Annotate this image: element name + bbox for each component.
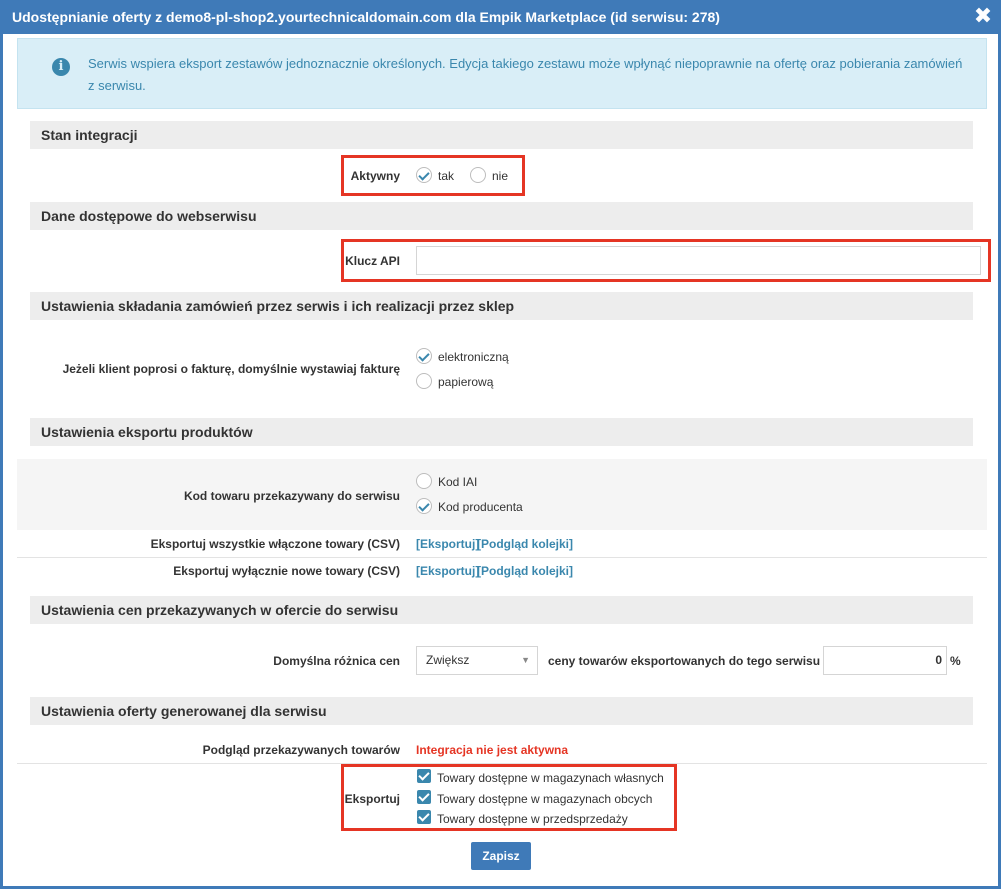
- preview-label: Podgląd przekazywanych towarów: [202, 743, 400, 757]
- section-integration-title: Stan integracji: [30, 121, 973, 149]
- info-alert-text: Serwis wspiera eksport zestawów jednozna…: [88, 56, 963, 93]
- price-diff-label: Domyślna różnica cen: [273, 654, 400, 668]
- invoice-electronic-radio[interactable]: [416, 348, 432, 364]
- export-new-label: Eksportuj wyłącznie nowe towary (CSV): [173, 564, 400, 578]
- export-all-link[interactable]: [Eksportuj]: [416, 537, 479, 551]
- price-diff-select[interactable]: Zwiększ ▼: [416, 646, 538, 675]
- export-new-link[interactable]: [Eksportuj]: [416, 564, 479, 578]
- export-all-queue-link[interactable]: [Podgląd kolejki]: [477, 537, 573, 551]
- section-export-title: Ustawienia eksportu produktów: [30, 418, 973, 446]
- percent-sign: %: [950, 654, 961, 668]
- info-alert: Serwis wspiera eksport zestawów jednozna…: [17, 38, 987, 109]
- price-diff-select-value: Zwiększ: [426, 653, 470, 667]
- dialog-title-text: Udostępnianie oferty z demo8-pl-shop2.yo…: [12, 9, 720, 25]
- dialog-title: Udostępnianie oferty z demo8-pl-shop2.yo…: [0, 0, 1001, 34]
- export-all-label: Eksportuj wszystkie włączone towary (CSV…: [150, 537, 400, 551]
- section-access-title: Dane dostępowe do webserwisu: [30, 202, 973, 230]
- export-new-queue-link[interactable]: [Podgląd kolejki]: [477, 564, 573, 578]
- price-percent-value: 0: [935, 653, 942, 667]
- invoice-electronic-label[interactable]: elektroniczną: [438, 350, 509, 364]
- code-producer-radio[interactable]: [416, 498, 432, 514]
- info-icon: i: [52, 58, 70, 76]
- price-diff-text: ceny towarów eksportowanych do tego serw…: [548, 654, 831, 668]
- code-label: Kod towaru przekazywany do serwisu: [183, 489, 400, 503]
- section-offer-title: Ustawienia oferty generowanej dla serwis…: [30, 697, 973, 725]
- code-producer-label[interactable]: Kod producenta: [438, 500, 523, 514]
- code-iai-label[interactable]: Kod IAI: [438, 475, 477, 489]
- section-prices-title: Ustawienia cen przekazywanych w ofercie …: [30, 596, 973, 624]
- save-button[interactable]: Zapisz: [471, 842, 531, 870]
- preview-status: Integracja nie jest aktywna: [416, 743, 569, 757]
- code-iai-radio[interactable]: [416, 473, 432, 489]
- highlight-api-key: [341, 239, 991, 282]
- section-orders-title: Ustawienia składania zamówień przez serw…: [30, 292, 973, 320]
- invoice-paper-radio[interactable]: [416, 373, 432, 389]
- invoice-paper-label[interactable]: papierową: [438, 375, 493, 389]
- invoice-label: Jeżeli klient poprosi o fakturę, domyśln…: [62, 362, 400, 376]
- close-icon[interactable]: ✖: [973, 0, 993, 34]
- highlight-export-options: [341, 764, 677, 831]
- price-percent-input[interactable]: 0: [823, 646, 947, 675]
- highlight-active: [341, 155, 525, 196]
- divider: [17, 557, 987, 558]
- chevron-down-icon: ▼: [521, 655, 530, 665]
